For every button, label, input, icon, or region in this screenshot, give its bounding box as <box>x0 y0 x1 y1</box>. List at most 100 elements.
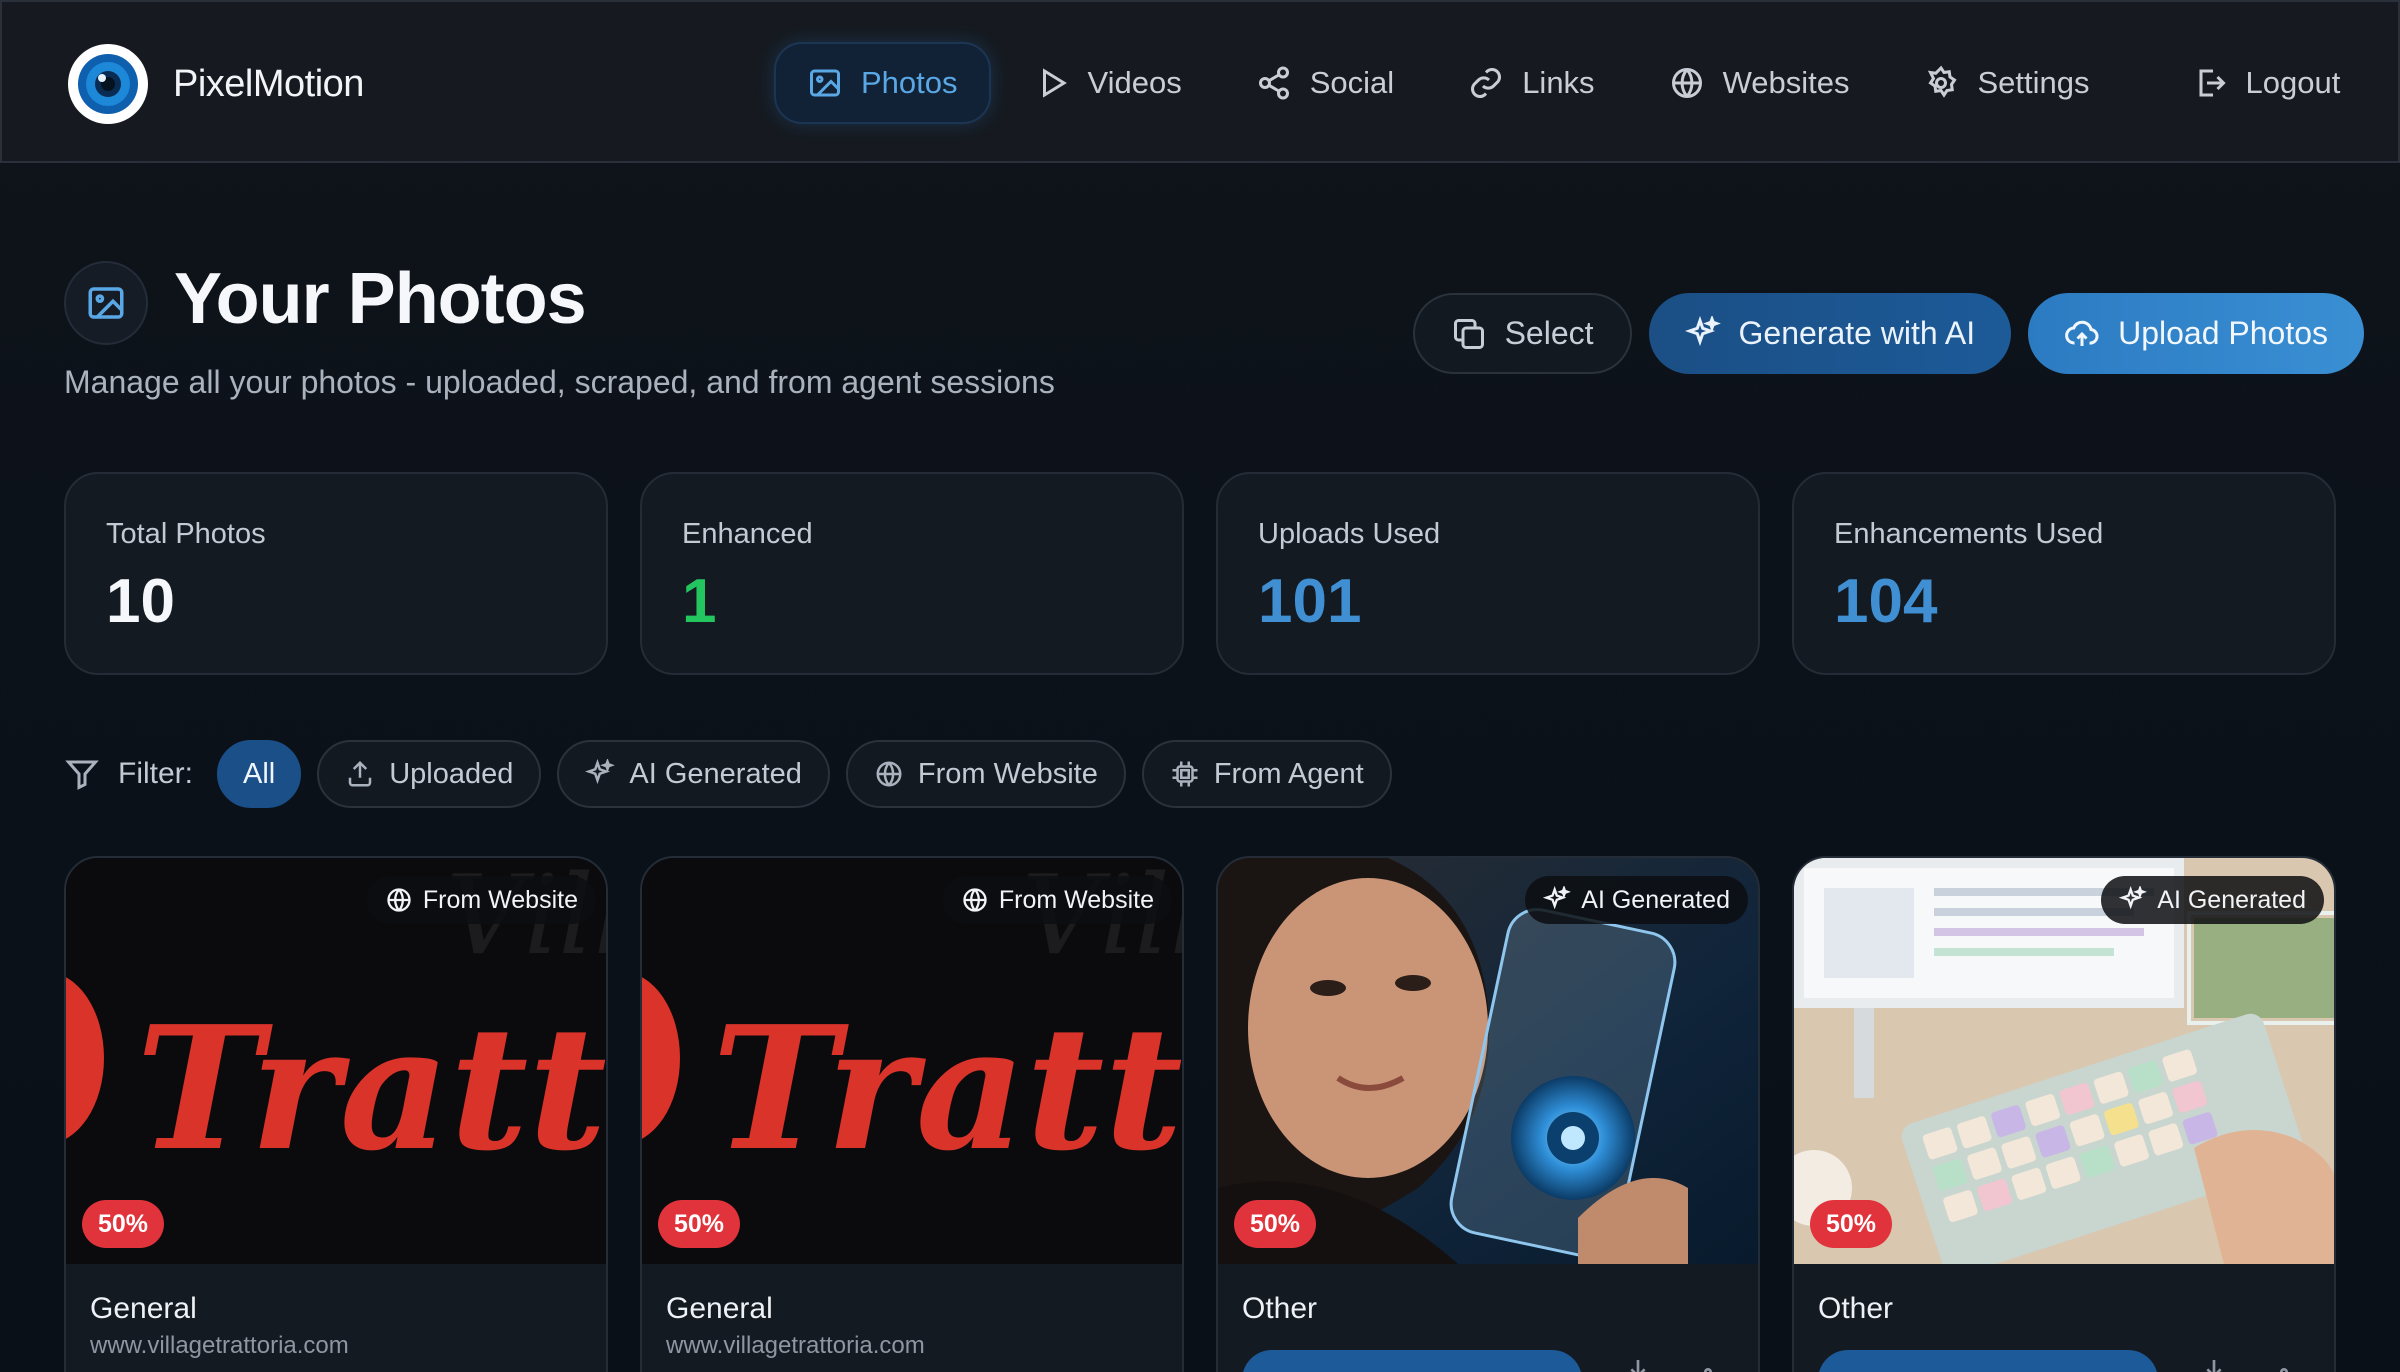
photo-category: Other <box>1242 1292 1318 1325</box>
logout-icon <box>2199 69 2226 97</box>
nav-item-logout[interactable]: Logout <box>2161 42 2372 124</box>
stat-value: 1 <box>682 567 717 636</box>
image-icon <box>810 69 840 97</box>
generate-with-ai-button[interactable]: Generate with AI <box>1648 293 2012 374</box>
download-icon[interactable] <box>2198 1356 2230 1372</box>
card-action-button[interactable] <box>1818 1350 2158 1372</box>
photo-thumbnail[interactable]: AI Generated 50% <box>1218 858 1758 1264</box>
photo-card[interactable]: Vill Trattoria From Website 50% General … <box>640 856 1184 1372</box>
photo-thumbnail[interactable]: Vill Trattoria From Website 50% <box>66 858 608 1264</box>
sparkles-icon <box>1684 315 1721 346</box>
cpu-icon <box>1172 761 1198 787</box>
copy-icon <box>1453 318 1484 349</box>
filter-chip-label: Uploaded <box>389 757 514 790</box>
filter-bar: Filter: All Uploaded AI Generated From W… <box>64 740 1408 808</box>
nav-item-settings[interactable]: Settings <box>1892 42 2120 124</box>
nav-item-videos[interactable]: Videos <box>1003 42 1213 124</box>
photo-card[interactable]: AI Generated 50% Other <box>1216 856 1760 1372</box>
source-badge: AI Generated <box>1525 876 1748 924</box>
cloud-upload-icon <box>2065 320 2099 346</box>
app-logo <box>68 44 148 124</box>
filter-chip-uploaded[interactable]: Uploaded <box>317 740 542 808</box>
download-icon[interactable] <box>1622 1356 1654 1372</box>
nav-item-label: Photos <box>861 65 958 100</box>
photo-card[interactable]: Vill Trattoria From Website 50% General … <box>64 856 608 1372</box>
source-badge: From Website <box>366 876 596 924</box>
photo-source-url[interactable]: www.villagetrattoria.com <box>90 1332 349 1360</box>
photo-grid: Vill Trattoria From Website 50% General … <box>64 856 2336 1372</box>
filter-chip-from-website[interactable]: From Website <box>845 740 1126 808</box>
filter-chip-label: From Agent <box>1213 757 1364 790</box>
header-actions: Select Generate with AI Upload Photos <box>1396 293 2364 374</box>
globe-icon <box>963 888 987 912</box>
nav-item-label: Websites <box>1722 65 1850 100</box>
nav-item-social[interactable]: Social <box>1225 42 1425 124</box>
stat-card-enhancements-used: Enhancements Used 104 <box>1792 472 2336 675</box>
stat-label: Total Photos <box>106 518 266 550</box>
score-badge: 50% <box>82 1200 165 1248</box>
nav-item-label: Links <box>1522 65 1595 100</box>
more-icon[interactable] <box>2268 1356 2300 1372</box>
source-badge: From Website <box>942 876 1172 924</box>
filter-chip-ai-generated[interactable]: AI Generated <box>557 740 830 808</box>
card-action-button[interactable] <box>1242 1350 1582 1372</box>
stat-label: Enhancements Used <box>1834 518 2104 550</box>
stat-label: Uploads Used <box>1258 518 1441 550</box>
eye-logo-icon <box>78 54 138 114</box>
source-badge-label: AI Generated <box>1581 885 1730 914</box>
sparkles-icon <box>585 759 616 785</box>
filter-chip-label: AI Generated <box>629 757 802 790</box>
nav-item-label: Videos <box>1087 65 1182 100</box>
stat-card-uploads-used: Uploads Used 101 <box>1216 472 1760 675</box>
filter-chip-from-agent[interactable]: From Agent <box>1141 740 1392 808</box>
image-icon <box>88 287 124 319</box>
photo-thumbnail[interactable]: Vill Trattoria From Website 50% <box>642 858 1184 1264</box>
photo-source-url[interactable]: www.villagetrattoria.com <box>666 1332 925 1360</box>
page-title: Your Photos <box>174 259 587 339</box>
page-subtitle: Manage all your photos - uploaded, scrap… <box>64 364 1055 400</box>
nav-item-websites[interactable]: Websites <box>1638 42 1881 124</box>
filter-label: Filter: <box>64 756 193 792</box>
photo-thumbnail[interactable]: AI Generated 50% <box>1794 858 2334 1264</box>
card-icon-actions <box>1622 1356 1758 1372</box>
stat-card-enhanced: Enhanced 1 <box>640 472 1184 675</box>
page-title-icon <box>64 261 148 345</box>
share-icon <box>1258 66 1289 100</box>
upload-icon <box>348 760 372 787</box>
filter-chip-all[interactable]: All <box>217 740 302 808</box>
brand[interactable]: PixelMotion <box>68 44 364 124</box>
source-badge-label: From Website <box>422 885 578 914</box>
image-text: Trattoria <box>136 989 608 1189</box>
sparkles-icon <box>1543 886 1572 910</box>
upload-photos-button[interactable]: Upload Photos <box>2028 293 2364 374</box>
main-nav: Photos Videos Social Links Websites Sett… <box>774 42 2383 124</box>
source-badge: AI Generated <box>2101 876 2324 924</box>
image-text: Trattoria <box>712 989 1184 1189</box>
filter-chip-label: From Website <box>917 757 1098 790</box>
nav-item-photos[interactable]: Photos <box>774 42 991 124</box>
photo-category: General <box>666 1292 773 1325</box>
gear-icon <box>1928 65 1958 98</box>
source-badge-label: From Website <box>998 885 1154 914</box>
score-badge: 50% <box>1234 1200 1317 1248</box>
nav-item-label: Social <box>1309 65 1395 100</box>
stat-label: Enhanced <box>682 518 813 550</box>
upload-button-label: Upload Photos <box>2118 315 2328 351</box>
photo-card[interactable]: AI Generated 50% Other <box>1792 856 2336 1372</box>
nav-item-label: Logout <box>2245 65 2341 100</box>
play-icon <box>1042 68 1067 98</box>
source-badge-label: AI Generated <box>2157 885 2306 914</box>
score-badge: 50% <box>658 1200 741 1248</box>
link-icon <box>1471 68 1502 98</box>
generate-button-label: Generate with AI <box>1738 315 1976 351</box>
stats-row: Total Photos 10 Enhanced 1 Uploads Used … <box>64 472 2336 675</box>
more-icon[interactable] <box>1692 1356 1724 1372</box>
select-button-label: Select <box>1504 315 1594 351</box>
select-button[interactable]: Select <box>1412 293 1632 374</box>
stat-card-total-photos: Total Photos 10 <box>64 472 608 675</box>
filter-chip-label: All <box>243 757 276 790</box>
top-navigation-bar: PixelMotion Photos Videos Social Links W… <box>0 0 2400 163</box>
filter-icon <box>65 760 99 790</box>
globe-icon <box>387 888 411 912</box>
nav-item-links[interactable]: Links <box>1437 42 1625 124</box>
